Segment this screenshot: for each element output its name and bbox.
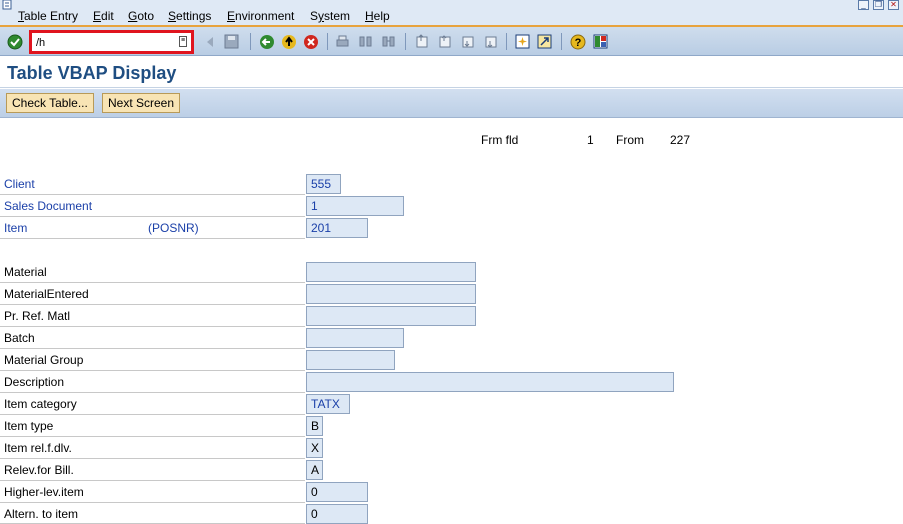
field-row-relev-for-bill: Relev.for Bill. bbox=[0, 459, 305, 481]
frm-fld-label: Frm fld bbox=[481, 133, 519, 147]
app-menu-icon[interactable] bbox=[2, 0, 14, 10]
field-row-altern-to-item: Altern. to item bbox=[0, 503, 305, 524]
enter-icon[interactable] bbox=[6, 33, 23, 50]
from-value: 227 bbox=[670, 133, 691, 147]
field-row-material-entered: MaterialEntered bbox=[0, 283, 305, 305]
relev-for-bill-field[interactable]: A bbox=[306, 460, 323, 480]
field-label: Item type bbox=[4, 419, 54, 433]
menu-settings[interactable]: Settings bbox=[168, 9, 211, 23]
menu-table-entry[interactable]: Table Entry bbox=[18, 9, 78, 23]
toolbar-separator bbox=[405, 33, 406, 50]
field-label: Description bbox=[4, 375, 65, 389]
field-row-description: Description bbox=[0, 371, 305, 393]
field-row-sales-document: Sales Document bbox=[0, 195, 305, 217]
field-row-batch: Batch bbox=[0, 327, 305, 349]
last-page-icon[interactable] bbox=[482, 33, 499, 50]
toolbar-separator bbox=[561, 33, 562, 50]
command-field-box: ≡ bbox=[29, 30, 194, 54]
menu-label: able Entry bbox=[24, 9, 79, 23]
back-icon[interactable] bbox=[258, 33, 275, 50]
field-row-material-group: Material Group bbox=[0, 349, 305, 371]
field-label: Item rel.f.dlv. bbox=[4, 441, 72, 455]
item-type-field[interactable]: B bbox=[306, 416, 323, 436]
shortcut-icon[interactable] bbox=[536, 33, 553, 50]
altern-to-item-field[interactable]: 0 bbox=[306, 504, 368, 524]
pr-ref-matl-field[interactable] bbox=[306, 306, 476, 326]
field-label: Material bbox=[4, 265, 47, 279]
exit-icon[interactable] bbox=[280, 33, 297, 50]
field-label: Sales Document bbox=[4, 199, 93, 213]
material-entered-field[interactable] bbox=[306, 284, 476, 304]
find-icon[interactable] bbox=[357, 33, 374, 50]
field-row-pr-ref-matl: Pr. Ref. Matl bbox=[0, 305, 305, 327]
print-icon[interactable] bbox=[334, 33, 351, 50]
field-row-item-rel-dlv: Item rel.f.dlv. bbox=[0, 437, 305, 459]
standard-toolbar: ≡ ? bbox=[0, 27, 903, 56]
sales-document-field[interactable]: 1 bbox=[306, 196, 404, 216]
svg-text:?: ? bbox=[574, 37, 581, 49]
item-field[interactable]: 201 bbox=[306, 218, 368, 238]
field-row-item-category: Item category bbox=[0, 393, 305, 415]
field-label: MaterialEntered bbox=[4, 287, 89, 301]
save-icon[interactable] bbox=[223, 33, 240, 50]
menu-edit[interactable]: Edit bbox=[93, 9, 114, 23]
layout-menu-icon[interactable] bbox=[592, 33, 609, 50]
field-label: Pr. Ref. Matl bbox=[4, 309, 71, 323]
cancel-icon[interactable] bbox=[302, 33, 319, 50]
field-row-item-type: Item type bbox=[0, 415, 305, 437]
command-history-icon[interactable]: ≡ bbox=[179, 36, 187, 47]
menu-environment[interactable]: Environment bbox=[227, 9, 294, 23]
next-screen-button[interactable]: Next Screen bbox=[102, 93, 181, 113]
menu-goto[interactable]: Goto bbox=[128, 9, 154, 23]
field-label: Higher-lev.item bbox=[4, 485, 84, 499]
technical-name: (POSNR) bbox=[148, 221, 199, 235]
create-session-icon[interactable] bbox=[514, 33, 531, 50]
field-row-material: Material bbox=[0, 261, 305, 283]
page-title: Table VBAP Display bbox=[7, 63, 177, 83]
field-row-higher-lev-item: Higher-lev.item bbox=[0, 481, 305, 503]
help-icon[interactable]: ? bbox=[569, 33, 586, 50]
item-rel-dlv-field[interactable]: X bbox=[306, 438, 323, 458]
toolbar-separator bbox=[506, 33, 507, 50]
batch-field[interactable] bbox=[306, 328, 404, 348]
field-label: Item category bbox=[4, 397, 77, 411]
material-group-field[interactable] bbox=[306, 350, 395, 370]
check-table-button[interactable]: Check Table... bbox=[6, 93, 94, 113]
from-label: From bbox=[616, 133, 644, 147]
find-next-icon[interactable] bbox=[380, 33, 397, 50]
menu-system[interactable]: System bbox=[310, 9, 350, 23]
command-field[interactable] bbox=[36, 35, 174, 50]
higher-lev-item-field[interactable]: 0 bbox=[306, 482, 368, 502]
restore-icon[interactable]: ❐ bbox=[873, 0, 884, 10]
material-field[interactable] bbox=[306, 262, 476, 282]
item-category-field[interactable]: TATX bbox=[306, 394, 350, 414]
client-field[interactable]: 555 bbox=[306, 174, 341, 194]
field-label: Client bbox=[4, 177, 35, 191]
application-toolbar: Check Table... Next Screen bbox=[0, 89, 903, 118]
menu-bar: Table Entry Edit Goto Settings Environme… bbox=[0, 0, 903, 27]
field-row-item: Item (POSNR) bbox=[0, 217, 305, 239]
minimize-icon[interactable]: _ bbox=[858, 0, 869, 10]
close-icon[interactable]: ✕ bbox=[888, 0, 899, 10]
field-label: Altern. to item bbox=[4, 507, 79, 521]
back-arrow-icon[interactable] bbox=[201, 33, 218, 50]
toolbar-separator bbox=[250, 33, 251, 50]
toolbar-separator bbox=[327, 33, 328, 50]
menu-help[interactable]: Help bbox=[365, 9, 390, 23]
field-label: Relev.for Bill. bbox=[4, 463, 74, 477]
frm-fld-value: 1 bbox=[587, 133, 594, 147]
next-page-icon[interactable] bbox=[459, 33, 476, 50]
previous-page-icon[interactable] bbox=[436, 33, 453, 50]
field-label: Item bbox=[4, 221, 28, 235]
field-row-client: Client bbox=[0, 173, 305, 195]
first-page-icon[interactable] bbox=[413, 33, 430, 50]
title-bar: Table VBAP Display bbox=[0, 57, 903, 88]
description-field[interactable] bbox=[306, 372, 674, 392]
field-label: Batch bbox=[4, 331, 35, 345]
field-label: Material Group bbox=[4, 353, 84, 367]
